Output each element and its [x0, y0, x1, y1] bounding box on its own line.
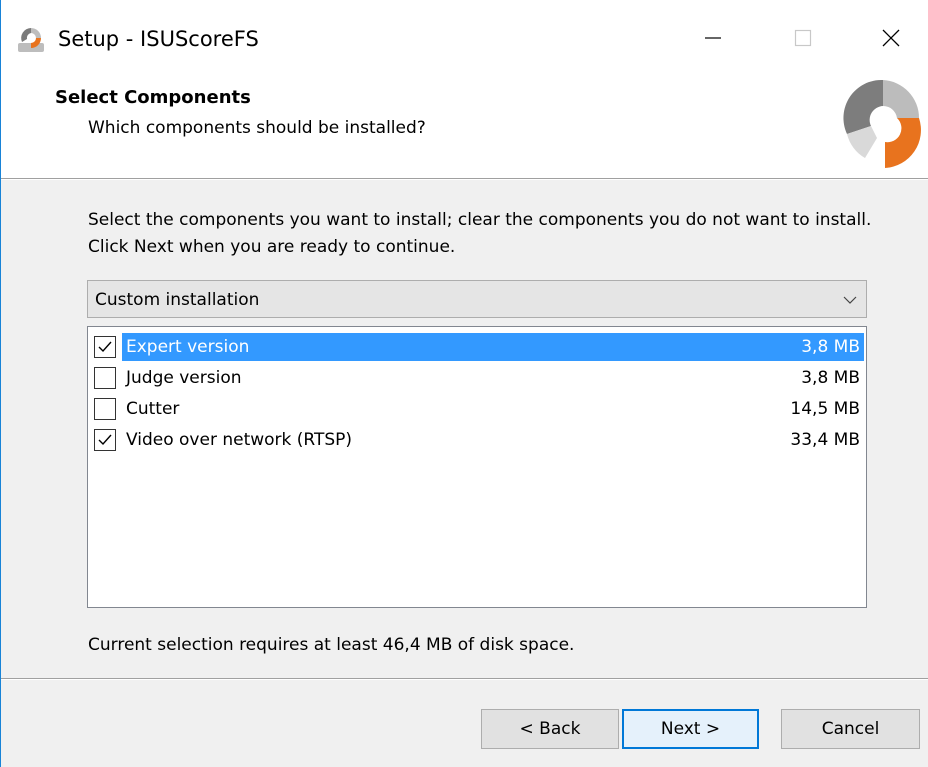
maximize-button[interactable] [781, 18, 825, 58]
maximize-icon [794, 29, 812, 47]
component-row-cutter[interactable]: Cutter 14,5 MB [92, 393, 864, 423]
page-subtitle: Which components should be installed? [88, 118, 426, 138]
component-size: 3,8 MB [801, 337, 860, 357]
close-button[interactable] [869, 18, 913, 58]
component-highlight: Expert version 3,8 MB [122, 333, 864, 361]
components-list: Expert version 3,8 MB Judge version 3,8 … [87, 326, 867, 608]
window-title: Setup - ISUScoreFS [58, 27, 259, 51]
checkmark-icon [98, 434, 112, 446]
component-size: 14,5 MB [790, 399, 860, 419]
back-button[interactable]: < Back [481, 709, 619, 749]
component-row-expert[interactable]: Expert version 3,8 MB [92, 331, 864, 361]
header-divider [1, 178, 928, 180]
component-highlight: Judge version 3,8 MB [122, 364, 864, 392]
minimize-button[interactable] [691, 18, 735, 58]
page-title: Select Components [55, 87, 251, 108]
title-bar[interactable]: Setup - ISUScoreFS [1, 0, 928, 76]
wizard-header: Select Components Which components shoul… [1, 76, 928, 178]
setup-window: Setup - ISUScoreFS Select Components Whi… [0, 0, 928, 767]
minimize-icon [705, 37, 721, 39]
isuscore-logo [843, 79, 921, 168]
installation-type-value: Custom installation [95, 290, 260, 310]
component-size: 33,4 MB [790, 430, 860, 450]
component-label: Video over network (RTSP) [126, 430, 353, 450]
component-label: Expert version [126, 337, 250, 357]
instructions-text: Select the components you want to instal… [88, 210, 872, 257]
component-checkbox[interactable] [94, 367, 116, 389]
chevron-down-icon [843, 296, 857, 304]
component-label: Cutter [126, 399, 180, 419]
component-checkbox[interactable] [94, 429, 116, 451]
installation-type-select[interactable]: Custom installation [87, 280, 867, 318]
disk-space-requirement: Current selection requires at least 46,4… [88, 635, 575, 655]
setup-app-icon [18, 28, 44, 52]
component-size: 3,8 MB [801, 368, 860, 388]
component-highlight: Cutter 14,5 MB [122, 395, 864, 423]
component-checkbox[interactable] [94, 398, 116, 420]
footer-divider [1, 678, 928, 680]
component-row-judge[interactable]: Judge version 3,8 MB [92, 362, 864, 392]
close-icon [882, 29, 900, 47]
next-button[interactable]: Next > [622, 709, 759, 749]
cancel-button[interactable]: Cancel [781, 709, 920, 749]
component-label: Judge version [126, 368, 242, 388]
checkmark-icon [98, 341, 112, 353]
component-row-video[interactable]: Video over network (RTSP) 33,4 MB [92, 424, 864, 454]
component-checkbox[interactable] [94, 336, 116, 358]
component-highlight: Video over network (RTSP) 33,4 MB [122, 426, 864, 454]
